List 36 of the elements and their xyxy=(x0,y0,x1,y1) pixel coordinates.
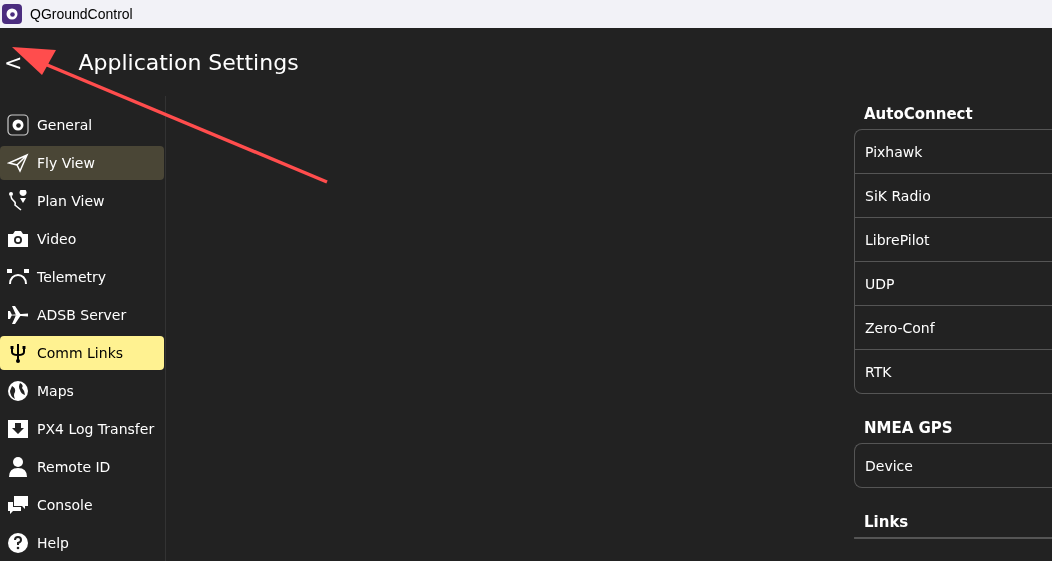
chat-bubbles-icon xyxy=(7,494,29,516)
sidebar-item[interactable]: Comm Links xyxy=(0,336,164,370)
globe-icon xyxy=(7,380,29,402)
settings-row-label: Zero-Conf xyxy=(865,319,935,336)
sidebar-item[interactable]: PX4 Log Transfer xyxy=(0,412,164,446)
sidebar-item[interactable]: Fly View xyxy=(0,146,164,180)
sidebar-item[interactable]: Console xyxy=(0,488,164,522)
section-heading: NMEA GPS xyxy=(864,419,953,437)
sidebar-item[interactable]: Remote ID xyxy=(0,450,164,484)
settings-row-label: SiK Radio xyxy=(865,187,931,204)
app-logo-icon xyxy=(7,114,29,136)
sidebar-item[interactable]: Plan View xyxy=(0,184,164,218)
section-heading: Links xyxy=(864,513,909,531)
settings-row-label: RTK xyxy=(865,363,892,380)
sidebar-item[interactable]: Video xyxy=(0,222,164,256)
download-tray-icon xyxy=(7,418,29,440)
person-icon xyxy=(7,456,29,478)
app-logo-icon xyxy=(2,4,22,24)
back-button[interactable]: < xyxy=(4,49,27,75)
help-icon xyxy=(7,532,29,554)
section-heading: AutoConnect xyxy=(864,105,973,123)
settings-row-label: LibrePilot xyxy=(865,231,930,248)
settings-row-label: Pixhawk xyxy=(865,143,923,160)
page-title: Application Settings xyxy=(78,49,299,75)
sidebar-item[interactable]: Help xyxy=(0,526,164,560)
paper-plane-icon xyxy=(7,152,29,174)
settings-row-label: UDP xyxy=(865,275,895,292)
sidebar-item[interactable]: ADSB Server xyxy=(0,298,164,332)
sidebar-item[interactable]: Telemetry xyxy=(0,260,164,294)
window-title: QGroundControl xyxy=(30,6,133,22)
airplane-icon xyxy=(7,304,29,326)
camera-icon xyxy=(7,228,29,250)
route-pin-icon xyxy=(7,190,29,212)
sidebar-item[interactable]: General xyxy=(0,108,164,142)
settings-row-label: Device xyxy=(865,457,913,474)
sidebar-item[interactable]: Maps xyxy=(0,374,164,408)
